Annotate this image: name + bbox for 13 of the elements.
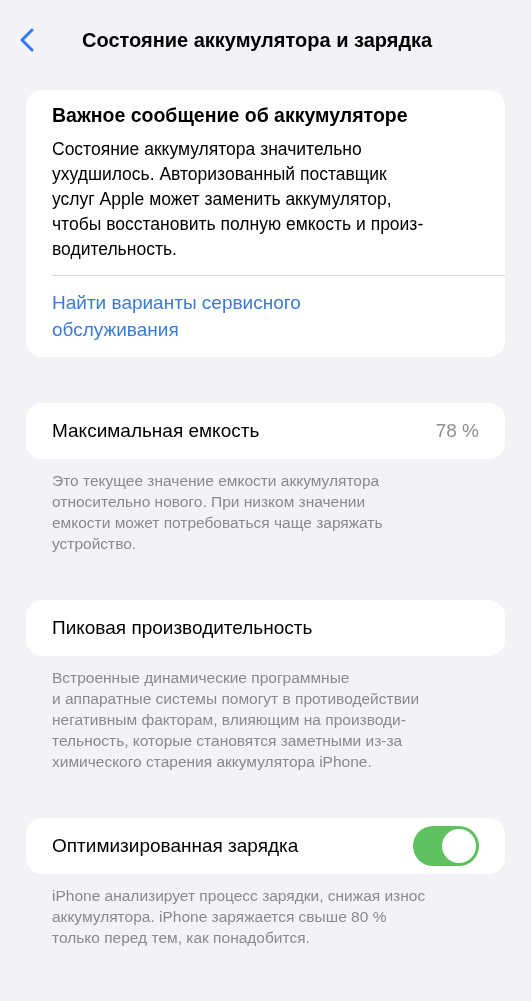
- setting-label: Максимальная емкость: [52, 420, 260, 442]
- toggle-switch[interactable]: [413, 826, 479, 866]
- alert-title: Важное сообщение об аккумуляторе: [52, 104, 409, 127]
- service-options-link[interactable]: Найти варианты сервисного обслуживания: [52, 289, 301, 343]
- setting-description: Встроенные динамические программные и аппаратные системы помогут в противодействии негативным факторам, влияющим на производи- тельность, которые становятся заметными из-за химического старения аккумулятора iPhone.: [51, 668, 421, 772]
- setting-label: Оптимизированная зарядка: [52, 835, 299, 857]
- alert-message: Состояние аккумулятора значительно ухудшилось. Авторизованный поставщик услуг Apple может заменить аккумулятор, чтобы восстановить полную емкость и произ- водительность.: [52, 138, 425, 261]
- setting-description: Это текущее значение емкости аккумулятора относительно нового. При низком значении емкости может потребоваться чаще заряжать устройство.: [51, 471, 384, 554]
- chevron-left-icon: [20, 28, 34, 52]
- screen-title: Состояние аккумулятора и зарядка: [82, 28, 433, 52]
- setting-label: Пиковая производительность: [52, 617, 313, 639]
- setting-description: iPhone анализирует процесс зарядки, снижая износ аккумулятора. iPhone заряжается свыше 80 % только перед тем, как понадобится.: [51, 886, 427, 948]
- setting-value: 78 %: [435, 420, 479, 442]
